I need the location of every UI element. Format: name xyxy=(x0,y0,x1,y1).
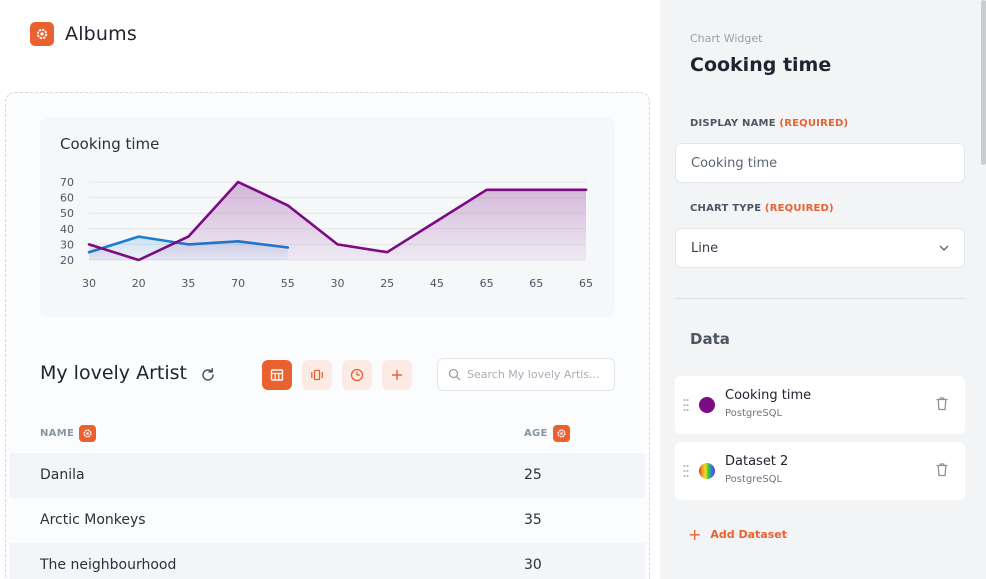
x-tick-label: 30 xyxy=(82,277,96,290)
plus-icon: + xyxy=(688,525,702,544)
dataset-source: PostgreSQL xyxy=(725,474,783,485)
add-row-button[interactable] xyxy=(382,360,412,390)
x-tick-label: 30 xyxy=(331,277,345,290)
table-view-button[interactable] xyxy=(262,360,292,390)
x-tick-label: 65 xyxy=(529,277,543,290)
panel-heading: Cooking time xyxy=(690,54,832,76)
x-tick-label: 20 xyxy=(132,277,146,290)
app-title: Albums xyxy=(65,23,137,45)
card-view-button[interactable] xyxy=(302,360,332,390)
drag-handle-icon[interactable] xyxy=(683,464,689,478)
column-header-name[interactable]: NAME xyxy=(40,425,97,442)
trash-icon[interactable] xyxy=(935,396,949,411)
column-header-age[interactable]: AGE xyxy=(524,425,570,442)
dataset-color-swatch[interactable] xyxy=(699,397,715,413)
history-button[interactable] xyxy=(342,360,372,390)
properties-panel: Chart Widget Cooking time DISPLAY NAME (… xyxy=(660,0,986,579)
table-title: My lovely Artist xyxy=(40,362,187,384)
chart-type-label: CHART TYPE (REQUIRED) xyxy=(690,203,834,214)
chart-type-select[interactable]: Line xyxy=(675,228,965,268)
required-tag: (REQUIRED) xyxy=(779,118,849,129)
app-header: Albums xyxy=(30,22,137,46)
x-tick-label: 65 xyxy=(480,277,494,290)
table-row[interactable]: Arctic Monkeys 35 xyxy=(10,498,645,543)
field-label-text: DISPLAY NAME xyxy=(690,118,776,129)
panel-scrollbar[interactable] xyxy=(981,0,986,165)
panel-kicker: Chart Widget xyxy=(690,32,763,45)
required-tag: (REQUIRED) xyxy=(764,203,834,214)
gear-icon[interactable] xyxy=(79,425,97,442)
y-tick-label: 50 xyxy=(60,207,74,220)
dataset-item[interactable]: Dataset 2 PostgreSQL xyxy=(675,442,965,500)
x-tick-label: 35 xyxy=(181,277,195,290)
add-dataset-label: Add Dataset xyxy=(710,528,787,541)
y-tick-label: 20 xyxy=(60,254,74,267)
refresh-icon[interactable] xyxy=(200,367,216,383)
x-tick-label: 65 xyxy=(579,277,593,290)
table-icon xyxy=(270,369,284,381)
x-tick-label: 25 xyxy=(380,277,394,290)
dataset-name: Cooking time xyxy=(725,388,812,403)
display-name-field[interactable] xyxy=(675,143,965,183)
column-header-label: AGE xyxy=(524,428,548,439)
drag-handle-icon[interactable] xyxy=(683,398,689,412)
chevron-down-icon xyxy=(939,245,949,251)
x-tick-label: 45 xyxy=(430,277,444,290)
cell-age: 30 xyxy=(524,557,542,573)
y-tick-label: 30 xyxy=(60,238,74,251)
display-name-label: DISPLAY NAME (REQUIRED) xyxy=(690,118,848,129)
add-dataset-button[interactable]: + Add Dataset xyxy=(688,525,787,544)
table-search[interactable] xyxy=(437,358,615,391)
cell-name: The neighbourhood xyxy=(40,557,177,573)
dataset-name: Dataset 2 xyxy=(725,454,789,469)
data-section-heading: Data xyxy=(690,330,730,348)
cell-name: Arctic Monkeys xyxy=(40,512,146,528)
search-input[interactable] xyxy=(467,368,607,381)
clock-icon xyxy=(350,368,364,382)
cell-age: 35 xyxy=(524,512,542,528)
cell-name: Danila xyxy=(40,467,85,483)
gear-icon[interactable] xyxy=(552,425,570,442)
dataset-source: PostgreSQL xyxy=(725,408,783,419)
x-tick-label: 55 xyxy=(281,277,295,290)
y-tick-label: 70 xyxy=(60,176,74,189)
dataset-color-swatch[interactable] xyxy=(699,463,715,479)
chart-type-value: Line xyxy=(691,240,719,256)
y-tick-label: 40 xyxy=(60,223,74,236)
x-tick-label: 70 xyxy=(231,277,245,290)
y-tick-label: 60 xyxy=(60,192,74,205)
chart-widget[interactable]: Cooking time 20 30 40 50 60 70 30 20 35 70 55 30 25 4… xyxy=(40,117,615,317)
divider xyxy=(675,298,965,299)
cell-age: 25 xyxy=(524,467,542,483)
field-label-text: CHART TYPE xyxy=(690,203,762,214)
table-row[interactable]: Danila 25 xyxy=(10,453,645,498)
line-chart: 20 30 40 50 60 70 30 20 35 70 55 30 25 45 65 65 65 xyxy=(60,176,593,290)
gear-icon[interactable] xyxy=(30,22,54,46)
search-icon xyxy=(448,368,461,381)
plus-icon xyxy=(391,369,403,381)
app-root: Albums Cooking time 20 30 40 50 60 70 30 20 35 70… xyxy=(0,0,986,579)
trash-icon[interactable] xyxy=(935,462,949,477)
columns-icon xyxy=(311,369,323,381)
dataset-item[interactable]: Cooking time PostgreSQL xyxy=(675,376,965,434)
column-header-label: NAME xyxy=(40,428,75,439)
table-row[interactable]: The neighbourhood 30 xyxy=(10,543,645,579)
